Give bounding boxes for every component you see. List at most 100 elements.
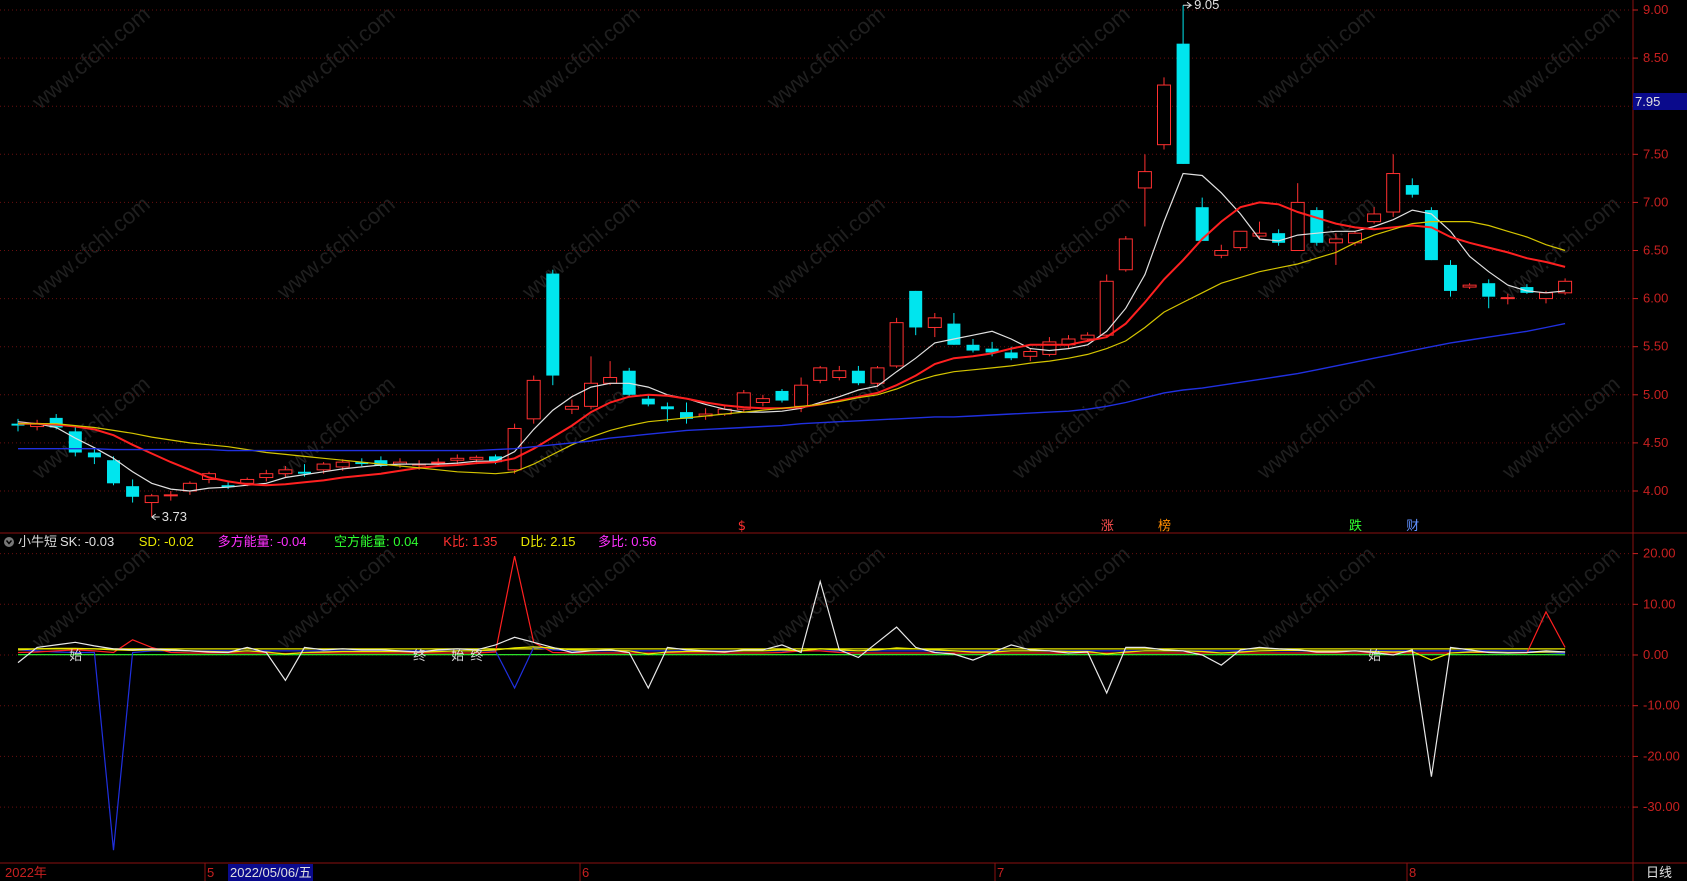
candle-body-up[interactable]: [1500, 297, 1515, 300]
indicator-value-item: SK: -0.03: [60, 534, 114, 549]
date-label-july: 7: [997, 865, 1004, 880]
indicator-tick-label: 10.00: [1643, 596, 1676, 611]
candle-body-down[interactable]: [851, 370, 865, 384]
candle-body-down[interactable]: [1004, 352, 1018, 359]
candle-body-down[interactable]: [1444, 264, 1457, 291]
candle-body-up[interactable]: [316, 463, 331, 471]
indicator-tick-label: -30.00: [1643, 799, 1680, 814]
candle-body-up[interactable]: [1042, 341, 1057, 355]
price-tag-text: 7.95: [1635, 94, 1660, 109]
indicator-value-item: SD: -0.02: [139, 534, 194, 549]
indicator-value-item: 多方能量: -0.04: [218, 534, 307, 549]
candle-body-up[interactable]: [469, 456, 484, 460]
indicator-value-item: D比: 2.15: [521, 534, 576, 549]
candle-body-down[interactable]: [87, 452, 101, 458]
signal-mark: 涨: [1101, 519, 1114, 534]
signal-mark: 跌: [1349, 518, 1362, 534]
candle-body-up[interactable]: [1539, 292, 1553, 300]
chart-background: [0, 0, 1687, 881]
candle-body-up[interactable]: [755, 398, 770, 403]
price-tick-label: 4.50: [1643, 435, 1668, 450]
indicator-tick-label: -20.00: [1643, 748, 1680, 763]
candle-body-down[interactable]: [909, 290, 923, 328]
candle-body-down[interactable]: [966, 344, 980, 351]
indicator-mark: 始: [1368, 649, 1381, 664]
candle-body-up[interactable]: [564, 405, 579, 410]
candle-body-up[interactable]: [335, 461, 350, 468]
price-tick-label: 4.00: [1643, 483, 1668, 498]
candle-body-down[interactable]: [1310, 210, 1324, 243]
indicator-tick-label: 0.00: [1643, 647, 1668, 662]
date-label-august: 8: [1409, 865, 1416, 880]
price-tick-label: 7.50: [1643, 146, 1668, 161]
indicator-value-item: 多比: 0.56: [598, 534, 657, 549]
date-label-year: 2022年: [5, 865, 47, 880]
indicator-values: SK: -0.03 SD: -0.02 多方能量: -0.04 空方能量: 0.04 K…: [60, 534, 657, 549]
candle-body-up[interactable]: [1023, 351, 1038, 357]
low-label: 3.73: [162, 509, 187, 524]
indicator-settings-icon[interactable]: [4, 537, 14, 547]
candle-body-up[interactable]: [1099, 280, 1114, 336]
signal-mark: 财: [1406, 519, 1419, 534]
stock-chart[interactable]: www.cfchi.com www.cfchi.com www.cfchi.com w…: [0, 0, 1687, 881]
candle-body-up[interactable]: [450, 457, 465, 461]
candle-body-up[interactable]: [144, 495, 159, 504]
candle-body-up[interactable]: [1462, 284, 1477, 288]
candle-body-up[interactable]: [1214, 250, 1229, 256]
candle-body-down[interactable]: [947, 323, 961, 345]
indicator-name[interactable]: 小牛短: [18, 534, 57, 549]
indicator-mark: 终: [470, 648, 483, 664]
candle-body-down[interactable]: [1405, 185, 1419, 195]
indicator-tick-label: -10.00: [1643, 698, 1680, 713]
candle-body-up[interactable]: [1157, 84, 1171, 146]
candle-body-up[interactable]: [431, 461, 446, 464]
candle-body-up[interactable]: [1367, 213, 1382, 223]
candle-body-up[interactable]: [603, 376, 618, 384]
price-tick-label: 5.00: [1643, 387, 1668, 402]
date-label-may: 5: [207, 865, 214, 880]
price-tick-label: 9.00: [1643, 2, 1668, 17]
candle-body-up[interactable]: [889, 322, 904, 367]
date-label-june: 6: [582, 865, 589, 880]
candle-body-down[interactable]: [107, 460, 120, 484]
price-tick-label: 7.00: [1643, 194, 1668, 209]
candle-body-up[interactable]: [870, 367, 885, 384]
candle-body-down[interactable]: [126, 486, 140, 497]
indicator-mark: 始: [69, 649, 82, 664]
high-label: 9.05: [1194, 0, 1219, 12]
candle-body-up[interactable]: [832, 370, 847, 378]
candle-body-down[interactable]: [775, 390, 789, 401]
candle-body-up[interactable]: [813, 367, 828, 381]
indicator-mark: 始: [451, 649, 464, 664]
date-cursor-label: 2022/05/06/五: [230, 865, 312, 880]
current-price-tag: 7.95: [1633, 93, 1687, 110]
candle-body-up[interactable]: [1386, 173, 1401, 213]
price-tick-label: 6.50: [1643, 243, 1668, 258]
indicator-value-item: 空方能量: 0.04: [334, 534, 419, 549]
indicator-tick-label: 20.00: [1643, 546, 1676, 561]
signal-mark: 榜: [1158, 518, 1171, 534]
candle-body-up[interactable]: [794, 384, 809, 407]
candle-body-down[interactable]: [546, 273, 560, 376]
price-tick-label: 8.50: [1643, 50, 1668, 65]
candle-body-up[interactable]: [1233, 230, 1248, 249]
signal-mark: $: [738, 519, 746, 534]
candle-body-up[interactable]: [1328, 238, 1343, 244]
candle-body-up[interactable]: [259, 473, 274, 479]
indicator-mark: 终: [413, 648, 426, 664]
candle-body-down[interactable]: [1176, 43, 1190, 164]
candle-body-down[interactable]: [1482, 283, 1496, 297]
candle-body-down[interactable]: [660, 406, 674, 410]
candle-body-up[interactable]: [1080, 334, 1095, 340]
indicator-value-item: K比: 1.35: [443, 534, 497, 549]
candle-body-up[interactable]: [278, 469, 293, 475]
candle-body-up[interactable]: [163, 494, 178, 497]
price-tick-label: 5.50: [1643, 339, 1668, 354]
candle-body-up[interactable]: [1137, 171, 1152, 189]
period-button[interactable]: 日线: [1646, 865, 1672, 880]
candle-body-down[interactable]: [641, 398, 655, 405]
candle-body-up[interactable]: [1118, 238, 1133, 271]
price-tick-label: 6.00: [1643, 291, 1668, 306]
candle-body-up[interactable]: [927, 317, 942, 328]
candle-body-up[interactable]: [526, 379, 541, 420]
